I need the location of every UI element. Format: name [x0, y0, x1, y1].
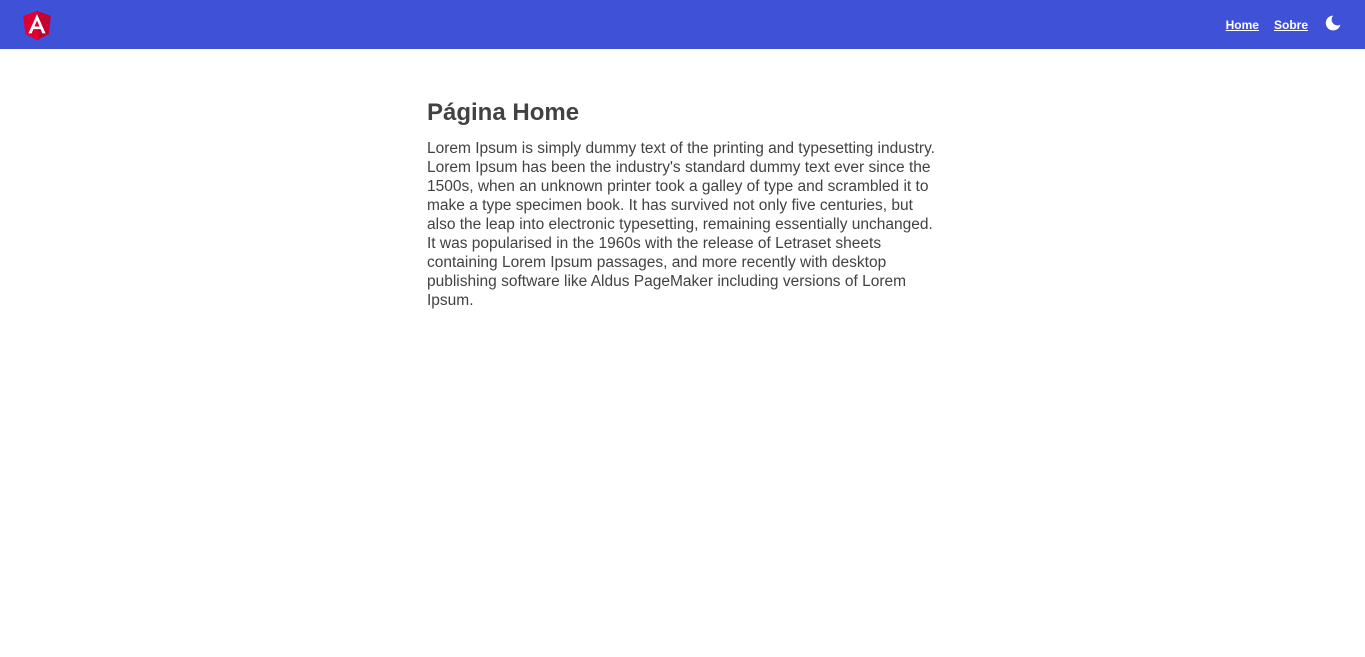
page-title: Página Home: [427, 99, 580, 126]
top-navbar: Home Sobre: [0, 0, 1365, 49]
page-body-text: Lorem Ipsum is simply dummy text of the …: [427, 140, 935, 309]
nav-link-sobre[interactable]: Sobre: [1274, 18, 1308, 32]
theme-toggle-button[interactable]: [1323, 13, 1343, 33]
main-content: Página Home Lorem Ipsum is simply dummy …: [427, 98, 939, 310]
moon-icon: [1325, 15, 1341, 30]
nav-link-home[interactable]: Home: [1226, 18, 1259, 32]
main-nav: Home Sobre: [1226, 0, 1365, 49]
angular-logo-icon[interactable]: [23, 11, 51, 40]
